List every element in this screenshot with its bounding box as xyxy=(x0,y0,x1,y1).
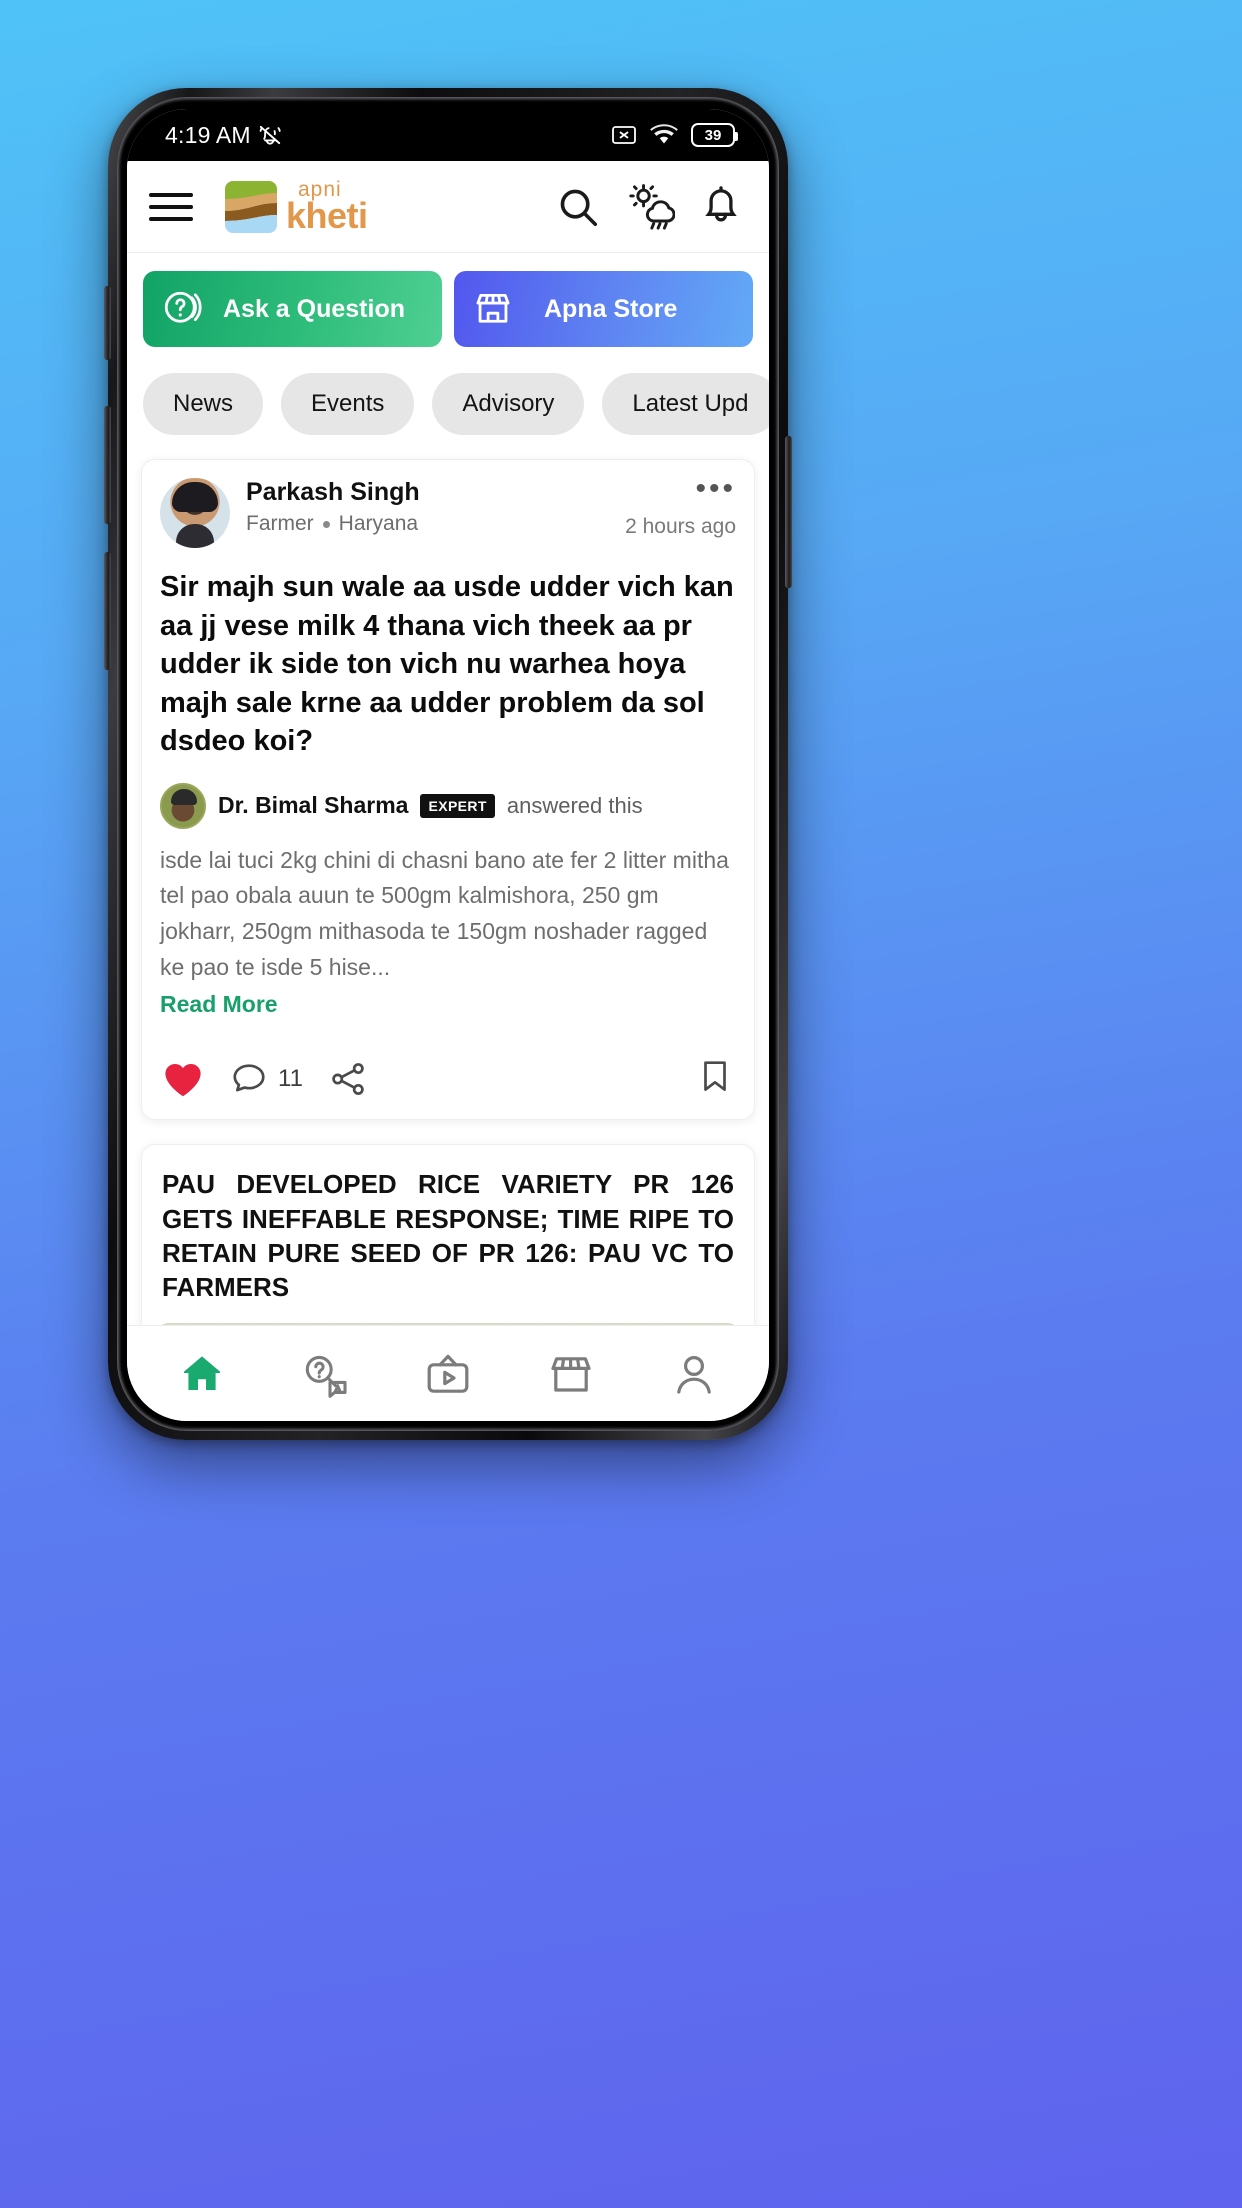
phone-button-volume-down[interactable] xyxy=(104,552,111,670)
post-header: Parkash Singh Farmer Haryana ••• 2 hours… xyxy=(160,474,736,548)
expert-badge: EXPERT xyxy=(420,793,495,818)
apna-store-button[interactable]: Apna Store xyxy=(454,271,753,347)
ask-a-question-label: Ask a Question xyxy=(223,294,405,323)
post-question-text: Sir majh sun wale aa usde udder vich kan… xyxy=(160,571,734,758)
phone-frame: 4:19 AM 39 apni kheti Ask a Question Apn… xyxy=(104,88,792,1440)
chip-latest-updates[interactable]: Latest Upd xyxy=(602,373,769,435)
apna-store-label: Apna Store xyxy=(544,294,678,323)
heart-filled-icon xyxy=(165,1063,201,1097)
qa-search-icon xyxy=(305,1355,347,1398)
search-icon[interactable] xyxy=(555,184,601,230)
nav-store[interactable] xyxy=(526,1339,616,1409)
expert-answer-header: Dr. Bimal Sharma EXPERT answered this xyxy=(160,782,736,829)
status-bar: 4:19 AM 39 xyxy=(127,109,769,161)
phone-bezel: 4:19 AM 39 apni kheti Ask a Question Apn… xyxy=(117,97,779,1431)
profile-icon xyxy=(676,1355,711,1394)
store-icon xyxy=(476,293,510,323)
expert-avatar[interactable] xyxy=(160,782,206,829)
share-icon xyxy=(332,1062,364,1095)
nav-questions[interactable] xyxy=(280,1339,370,1409)
phone-button-power[interactable] xyxy=(785,436,792,588)
question-chat-icon xyxy=(164,291,202,323)
news-card[interactable]: PAU DEVELOPED RICE VARIETY PR 126 GETS I… xyxy=(141,1144,755,1325)
post-header-right: ••• 2 hours ago xyxy=(625,474,736,539)
avatar[interactable] xyxy=(160,478,230,548)
post-author-role: Farmer xyxy=(246,512,314,535)
post-author-name[interactable]: Parkash Singh xyxy=(246,478,609,507)
comment-button[interactable]: 11 xyxy=(230,1060,303,1098)
content-scroll-area[interactable]: Ask a Question Apna Store News Events Ad… xyxy=(127,253,769,1325)
weather-rain-sun-icon[interactable] xyxy=(625,183,675,231)
store-icon xyxy=(551,1356,591,1392)
nav-home[interactable] xyxy=(157,1339,247,1409)
status-bar-left: 4:19 AM xyxy=(165,122,283,149)
video-icon xyxy=(427,1354,469,1393)
post-timestamp: 2 hours ago xyxy=(625,515,736,538)
phone-button-mute[interactable] xyxy=(104,286,111,360)
quick-actions-row: Ask a Question Apna Store xyxy=(127,253,769,347)
screen-cast-off-icon xyxy=(612,126,636,144)
app-header: apni kheti xyxy=(127,161,769,253)
post-author-meta: Farmer Haryana xyxy=(246,512,609,536)
bell-icon[interactable] xyxy=(699,184,743,230)
rice-field-photo xyxy=(158,1322,738,1325)
apni-kheti-logo-icon xyxy=(225,180,277,233)
question-post-card: Parkash Singh Farmer Haryana ••• 2 hours… xyxy=(141,459,755,1121)
bell-muted-icon xyxy=(259,125,281,145)
hamburger-menu-icon[interactable] xyxy=(149,192,193,221)
bottom-navigation xyxy=(127,1325,769,1421)
like-button[interactable] xyxy=(162,1060,204,1098)
app-logo-wordmark: apni kheti xyxy=(286,179,368,236)
expert-name[interactable]: Dr. Bimal Sharma xyxy=(218,792,408,819)
post-author-block: Parkash Singh Farmer Haryana xyxy=(246,478,609,536)
expert-answer-text: isde lai tuci 2kg chini di chasni bano a… xyxy=(160,846,729,980)
share-button[interactable] xyxy=(329,1060,367,1098)
app-header-icons xyxy=(555,183,743,231)
status-bar-clock: 4:19 AM xyxy=(165,121,251,148)
bookmark-icon xyxy=(704,1061,726,1092)
wifi-icon xyxy=(650,124,678,144)
post-engagement-bar: 11 xyxy=(160,1040,736,1119)
logo-kheti-text: kheti xyxy=(286,194,368,236)
status-bar-right: 39 xyxy=(611,123,738,147)
nav-profile[interactable] xyxy=(649,1339,739,1409)
app-logo[interactable]: apni kheti xyxy=(223,179,368,235)
battery-indicator: 39 xyxy=(691,123,738,147)
home-icon xyxy=(184,1355,221,1390)
chip-advisory[interactable]: Advisory xyxy=(432,373,585,435)
news-title: PAU DEVELOPED RICE VARIETY PR 126 GETS I… xyxy=(162,1169,734,1303)
category-chips[interactable]: News Events Advisory Latest Upd xyxy=(127,347,769,435)
bookmark-button[interactable] xyxy=(696,1056,734,1101)
nav-videos[interactable] xyxy=(403,1339,493,1409)
phone-screen: 4:19 AM 39 apni kheti Ask a Question Apn… xyxy=(127,109,769,1421)
chip-events[interactable]: Events xyxy=(281,373,415,435)
comment-icon xyxy=(233,1064,265,1092)
post-author-location: Haryana xyxy=(338,512,419,535)
read-more-link[interactable]: Read More xyxy=(160,991,736,1018)
chip-news[interactable]: News xyxy=(143,373,264,435)
more-options-icon[interactable]: ••• xyxy=(625,474,736,504)
battery-percent: 39 xyxy=(704,126,722,144)
separator-dot xyxy=(322,520,330,528)
phone-button-volume-up[interactable] xyxy=(104,406,111,524)
answered-label: answered this xyxy=(506,792,643,818)
comment-count: 11 xyxy=(278,1064,303,1092)
ask-a-question-button[interactable]: Ask a Question xyxy=(143,271,442,347)
